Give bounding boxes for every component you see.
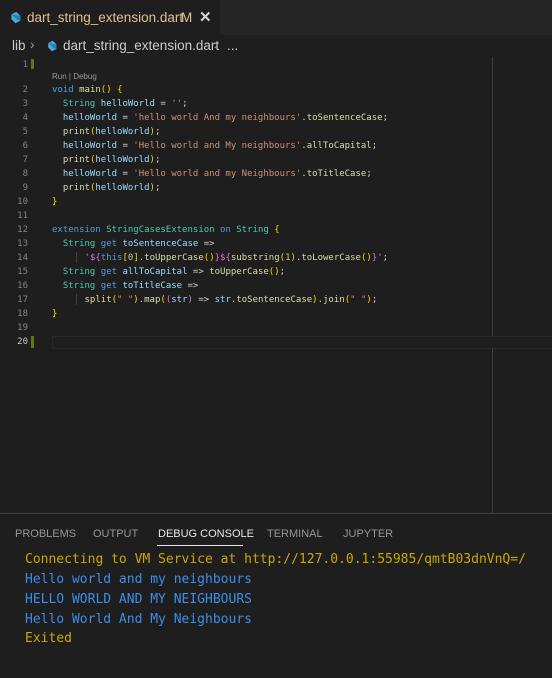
code-line[interactable]: String get allToCapital => toUpperCase()… xyxy=(52,267,285,277)
codelens-run-debug[interactable]: Run | Debug xyxy=(52,72,97,81)
bottom-panel: PROBLEMS OUTPUT DEBUG CONSOLE TERMINAL J… xyxy=(0,513,552,678)
line-number: 2 xyxy=(22,85,28,95)
dart-icon xyxy=(11,11,21,24)
tab-jupyter[interactable]: JUPYTER xyxy=(343,528,393,540)
tab-terminal[interactable]: TERMINAL xyxy=(267,528,323,540)
line-number: 19 xyxy=(17,323,28,333)
line-number: 7 xyxy=(22,155,28,165)
breadcrumb: lib › dart_string_extension.dart › ... xyxy=(0,35,552,57)
console-line-output: HELLO WORLD AND MY NEIGHBOURS xyxy=(25,592,252,607)
line-number: 5 xyxy=(22,127,28,137)
code-line[interactable]: } xyxy=(52,197,57,207)
code-line[interactable]: extension StringCasesExtension on String… xyxy=(52,225,280,235)
code-line[interactable]: print(helloWorld); xyxy=(52,127,161,137)
console-line-output: Hello World And My Neighbours xyxy=(25,612,252,627)
code-line[interactable]: String get toTitleCase => xyxy=(52,281,199,291)
code-line[interactable]: print(helloWorld); xyxy=(52,155,161,165)
git-modified-marker xyxy=(31,59,34,69)
console-line-status: Exited xyxy=(25,631,72,646)
code-line[interactable]: helloWorld = 'Hello world and My neighbo… xyxy=(52,141,377,151)
vertical-ruler xyxy=(492,57,493,513)
code-line[interactable]: helloWorld = 'Hello world and my Neighbo… xyxy=(52,169,372,179)
tab-title: dart_string_extension.dart xyxy=(27,10,184,25)
editor-tab[interactable]: dart_string_extension.dart M ✕ xyxy=(0,0,220,35)
tab-problems[interactable]: PROBLEMS xyxy=(15,528,76,540)
line-number-active: 20 xyxy=(17,337,28,347)
line-number: 15 xyxy=(17,267,28,277)
code-line[interactable]: String helloWorld = ''; xyxy=(52,99,188,109)
chevron-right-icon: › xyxy=(214,37,219,52)
breadcrumb-folder[interactable]: lib xyxy=(12,38,26,53)
line-number: 3 xyxy=(22,99,28,109)
editor-tab-bar: dart_string_extension.dart M ✕ xyxy=(0,0,552,35)
code-line[interactable]: void main() { xyxy=(52,85,122,95)
code-line[interactable]: split(" ").map((str) => str.toSentenceCa… xyxy=(52,295,378,305)
code-line[interactable]: helloWorld = 'hello world And my neighbo… xyxy=(52,113,388,123)
dart-icon xyxy=(48,40,57,52)
chevron-right-icon: › xyxy=(30,37,35,52)
close-icon[interactable]: ✕ xyxy=(199,8,212,26)
line-number: 13 xyxy=(17,239,28,249)
code-editor[interactable]: Run | Debug 1 2 3 4 5 6 7 8 9 10 11 12 1… xyxy=(0,57,552,513)
line-number: 14 xyxy=(17,253,28,263)
line-number: 11 xyxy=(17,211,28,221)
line-number: 17 xyxy=(17,295,28,305)
tab-debug-console[interactable]: DEBUG CONSOLE xyxy=(158,528,254,540)
active-tab-indicator xyxy=(157,545,243,546)
git-modified-marker xyxy=(31,336,34,348)
current-line-highlight xyxy=(52,336,552,349)
breadcrumb-file[interactable]: dart_string_extension.dart xyxy=(63,38,219,53)
code-line[interactable]: '${this[0].toUpperCase()}${substring(1).… xyxy=(52,253,389,263)
console-line-status: Connecting to VM Service at http://127.0… xyxy=(25,552,526,567)
line-number: 12 xyxy=(17,225,28,235)
line-number: 1 xyxy=(22,60,28,70)
code-line[interactable]: } xyxy=(52,309,57,319)
console-line-output: Hello world and my neighbours xyxy=(25,572,252,587)
line-number: 18 xyxy=(17,309,28,319)
code-line[interactable]: String get toSentenceCase => xyxy=(52,239,215,249)
modified-indicator: M xyxy=(181,10,193,25)
tab-output[interactable]: OUTPUT xyxy=(93,528,138,540)
line-number: 9 xyxy=(22,183,28,193)
breadcrumb-symbol[interactable]: ... xyxy=(227,38,238,53)
line-number: 16 xyxy=(17,281,28,291)
code-line[interactable]: print(helloWorld); xyxy=(52,183,161,193)
line-number: 4 xyxy=(22,113,28,123)
line-number: 6 xyxy=(22,141,28,151)
line-number: 8 xyxy=(22,169,28,179)
line-number: 10 xyxy=(17,197,28,207)
